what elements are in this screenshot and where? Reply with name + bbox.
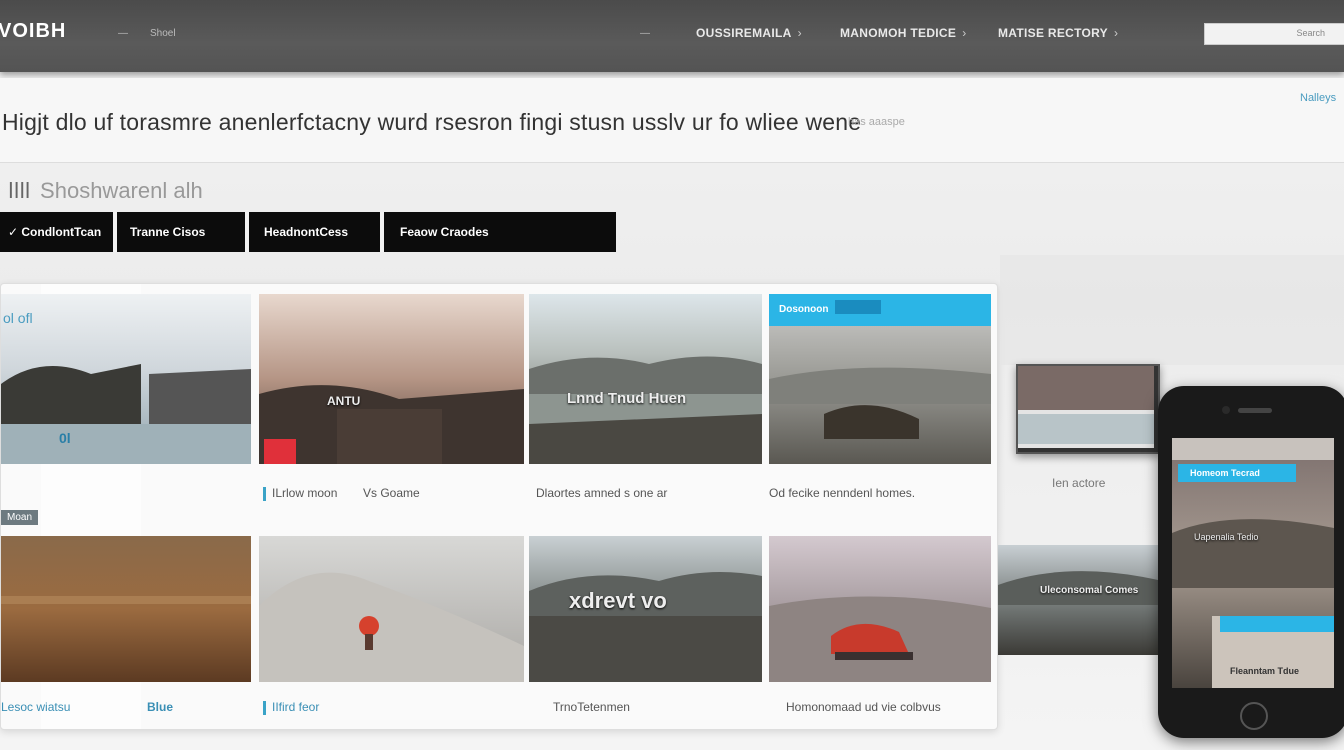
side-banner-text: Uleconsomal Comes	[1040, 585, 1139, 596]
tile-banner-text: Dosonoon	[779, 304, 829, 315]
tile-overlay-text: Lnnd Tnud Huen	[567, 390, 687, 407]
tile-caption: Vs Goame	[363, 486, 420, 500]
caption-accent	[263, 486, 266, 501]
corner-link[interactable]: Nalleys	[1300, 92, 1336, 104]
tile-banner: Dosonoon	[769, 294, 991, 326]
tile-caption: Dlaortes amned s one ar	[536, 486, 668, 500]
tile-image	[259, 294, 524, 464]
tablet-mockup	[1016, 364, 1160, 454]
tile-image	[998, 545, 1158, 655]
top-link-2[interactable]: Shoel	[150, 28, 176, 39]
phone-bottom-text: Fleanntam Tdue	[1230, 666, 1300, 676]
chevron-down-icon: ›	[962, 26, 967, 40]
tile-caption: Od fecike nenndenl homes.	[769, 486, 916, 500]
tile-caption: Blue	[147, 700, 174, 714]
gallery-tile-3[interactable]: Lnnd Tnud Huen	[529, 294, 762, 464]
filter-tab-3[interactable]: HeadnontCess	[264, 212, 348, 252]
phone-banner: Homeom Tecrad	[1178, 464, 1296, 482]
nav-item-3[interactable]: MATISE RECTORY ›	[998, 26, 1118, 40]
tile-caption: Lesoc wiatsu	[1, 700, 71, 714]
gallery-tile-6[interactable]	[259, 536, 524, 682]
search-placeholder: Search	[1296, 28, 1325, 38]
filter-tab-1[interactable]: ✓ CondlontTcan	[8, 212, 101, 252]
nav-item-1[interactable]: OUSSIREMAILA ›	[696, 26, 802, 40]
tablet-caption: Ien actore	[1052, 476, 1106, 490]
tile-image	[529, 294, 762, 464]
speaker-grille	[1238, 408, 1272, 413]
tile-image	[769, 536, 991, 682]
tile-image	[259, 536, 524, 682]
section-title-text: Shoshwarenl alh	[40, 178, 203, 203]
tile-image	[1, 536, 251, 682]
filter-tab-4[interactable]: Feaow Craodes	[400, 212, 489, 252]
banner-chip	[835, 300, 881, 314]
gallery-tile-4[interactable]: Dosonoon	[769, 294, 991, 464]
phone-mockup: Homeom Tecrad Uapenalia Tedio Fleanntam …	[1158, 386, 1344, 738]
tile-caption: Homonomaad ud vie colbvus	[786, 700, 941, 714]
chevron-down-icon: ›	[1114, 26, 1119, 40]
side-preview-card[interactable]: Uleconsomal Comes	[998, 545, 1158, 655]
nav-item-label: MANOMOH TEDICE	[840, 26, 957, 40]
gallery-tile-2[interactable]: ANTU	[259, 294, 524, 464]
chevron-down-icon: ›	[797, 26, 802, 40]
gallery-tile-1[interactable]: ol ofl 0l	[1, 294, 251, 464]
tablet-screen	[1018, 366, 1154, 448]
phone-banner-text: Homeom Tecrad	[1190, 468, 1260, 478]
filter-divider	[380, 212, 384, 252]
background-card	[1000, 255, 1344, 365]
camera-icon	[1222, 406, 1230, 414]
section-icon: ǀǀǀl	[8, 178, 31, 203]
section-title: ǀǀǀl Shoshwarenl alh	[8, 178, 203, 204]
gallery-tile-8[interactable]	[769, 536, 991, 682]
site-logo[interactable]: VOIBH	[0, 20, 66, 43]
phone-label: Uapenalia Tedio	[1194, 532, 1259, 542]
caption-accent	[263, 700, 266, 715]
home-button[interactable]	[1240, 702, 1268, 730]
filter-tab-2[interactable]: Tranne Cisos	[130, 212, 205, 252]
filter-tabs: ✓ CondlontTcan Tranne Cisos HeadnontCess…	[0, 212, 616, 252]
nav-item-2[interactable]: MANOMOH TEDICE ›	[840, 26, 967, 40]
tile-image	[1, 294, 251, 464]
filter-divider	[113, 212, 117, 252]
tile-caption: TrnoTetenmen	[553, 700, 630, 714]
gallery-tile-5[interactable]	[1, 536, 251, 682]
tile-badge: 0l	[59, 430, 71, 446]
top-link-3[interactable]: —	[640, 28, 650, 39]
filter-divider	[245, 212, 249, 252]
gallery-panel: ol ofl 0l ANTU Lnnd Tnud Huen Dosonoon I…	[0, 283, 998, 730]
page-headline: Higjt dlo uf torasmre anenlerfctacny wur…	[2, 109, 862, 135]
headline-note: has aaaspe	[848, 116, 905, 128]
top-link-1[interactable]: —	[118, 28, 128, 39]
mid-badge: Moan	[1, 510, 39, 525]
tile-overlay-text: xdrevt vo	[569, 588, 667, 613]
nav-item-label: OUSSIREMAILA	[696, 26, 792, 40]
phone-sub-banner	[1220, 616, 1334, 632]
gallery-tile-7[interactable]: xdrevt vo	[529, 536, 762, 682]
tile-caption: IIfird feor	[263, 700, 319, 715]
search-input[interactable]: Search	[1204, 23, 1344, 45]
top-navigation-bar: VOIBH — Shoel — OUSSIREMAILA › MANOMOH TE…	[0, 0, 1344, 72]
tile-caption: ILrlow moon	[263, 486, 337, 501]
tile-overlay-text: ol ofl	[3, 310, 33, 326]
nav-item-label: MATISE RECTORY	[998, 26, 1108, 40]
phone-screen: Homeom Tecrad Uapenalia Tedio Fleanntam …	[1172, 438, 1334, 688]
tile-overlay-text: ANTU	[327, 394, 361, 408]
